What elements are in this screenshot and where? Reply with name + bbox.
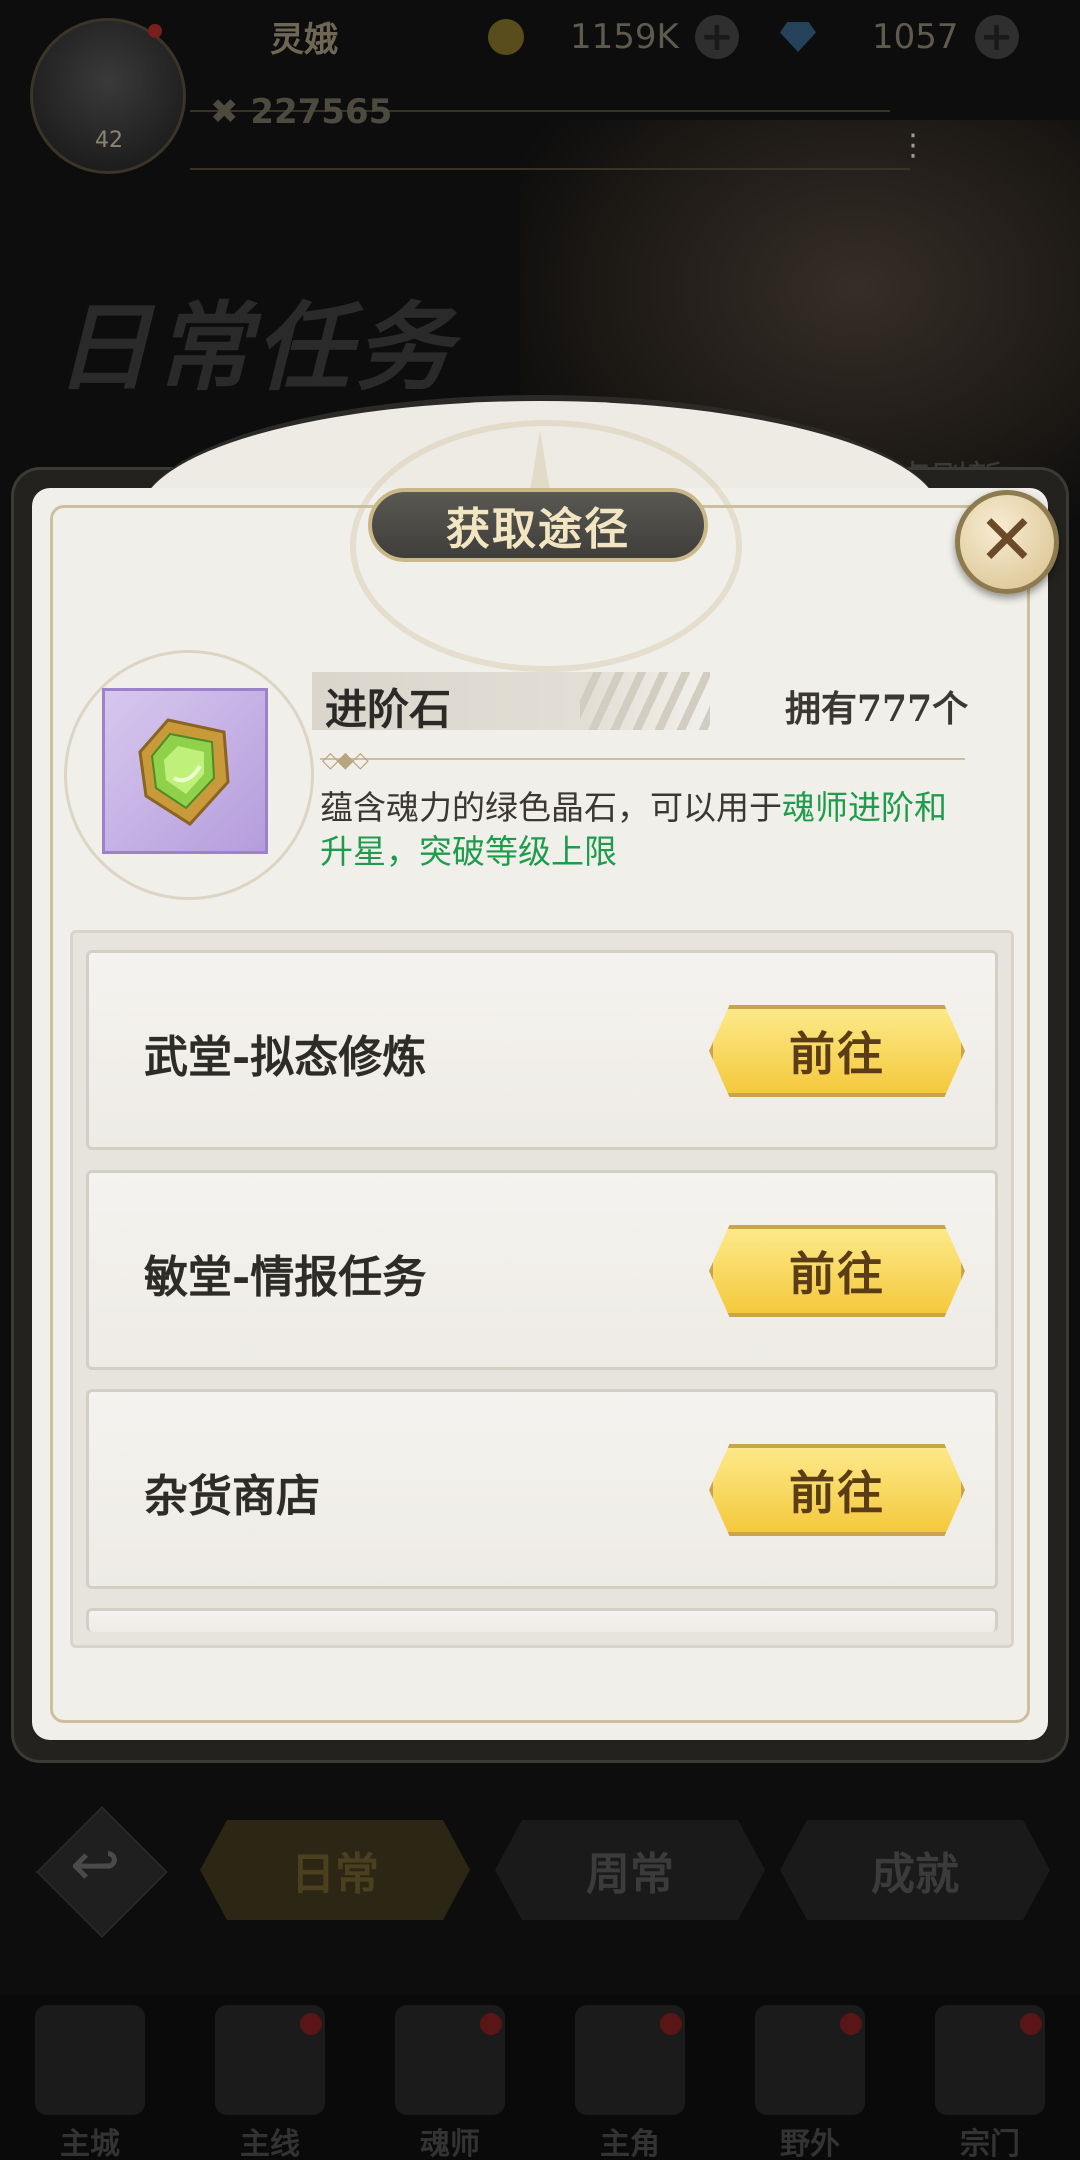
tab-weekly[interactable]: 周常 (495, 1820, 765, 1920)
tab-achievement[interactable]: 成就 (780, 1820, 1050, 1920)
go-button[interactable]: 前往 (709, 1005, 965, 1097)
nav-item-soul-master[interactable]: 魂师 (360, 1995, 540, 2160)
page-title: 日常任务 (55, 291, 455, 404)
castle-icon (35, 2005, 145, 2115)
route-name: 武堂-拟态修炼 (144, 1032, 427, 1083)
item-description: 蕴含魂力的绿色晶石，可以用于魂师进阶和升星，突破等级上限 (320, 788, 947, 871)
list-item: 敏堂-情报任务 前往 (86, 1170, 998, 1370)
top-bar: 42 灵娥 1159K + 1057 + ✖ 227565 ⋮ (0, 0, 1080, 180)
gold-currency: 1159K + (488, 12, 739, 62)
add-diamond-icon[interactable]: + (974, 15, 1019, 59)
modal-title: 获取途径 (446, 504, 630, 555)
notification-dot (480, 2013, 502, 2035)
diamond-amount: 1057 (872, 17, 959, 57)
notification-dot (1020, 2013, 1042, 2035)
modal-title-plate: 获取途径 (368, 488, 708, 562)
nav-item-wild[interactable]: 野外 (720, 1995, 900, 2160)
route-name: 杂货商店 (144, 1471, 320, 1522)
menu-dots-icon[interactable]: ⋮ (898, 128, 928, 163)
item-owned-count: 拥有777个 (785, 688, 969, 730)
close-icon: ✕ (977, 499, 1037, 581)
list-item: 武堂-拟态修炼 前往 (86, 950, 998, 1150)
notification-dot (660, 2013, 682, 2035)
header-divider (190, 168, 910, 170)
power-value: ✖ 227565 (210, 92, 393, 132)
go-button[interactable]: 前往 (709, 1225, 965, 1317)
notification-dot (300, 2013, 322, 2035)
player-level: 42 (95, 128, 123, 153)
nav-item-main-city[interactable]: 主城 (0, 1995, 180, 2160)
item-name-stripes (580, 672, 710, 730)
route-name: 敏堂-情报任务 (144, 1252, 427, 1303)
list-item: 杂货商店 前往 (86, 1389, 998, 1589)
item-name: 进阶石 (325, 685, 452, 734)
close-button[interactable]: ✕ (955, 490, 1059, 594)
bottom-nav: 主城 主线 魂师 主角 野外 宗门 (0, 1995, 1080, 2160)
list-item-partial (86, 1608, 998, 1632)
notification-dot (840, 2013, 862, 2035)
nav-item-main-story[interactable]: 主线 (180, 1995, 360, 2160)
screen: 42 灵娥 1159K + 1057 + ✖ 227565 ⋮ 日常任务 每天5… (0, 0, 1080, 2160)
add-gold-icon[interactable]: + (694, 15, 739, 59)
go-button[interactable]: 前往 (709, 1444, 965, 1536)
gold-amount: 1159K (570, 17, 679, 57)
advancement-stone-icon (138, 718, 230, 826)
tab-bar: ↩ 日常 周常 成就 (0, 1806, 1080, 1938)
notification-dot (148, 24, 162, 38)
tab-daily[interactable]: 日常 (200, 1820, 470, 1920)
player-name: 灵娥 (270, 20, 338, 60)
item-divider (320, 758, 965, 760)
divider-ornament: ◇◆◇ (322, 748, 369, 773)
back-arrow-icon: ↩ (70, 1830, 121, 1900)
nav-item-protagonist[interactable]: 主角 (540, 1995, 720, 2160)
diamond-icon (780, 22, 816, 52)
nav-item-sect[interactable]: 宗门 (900, 1995, 1080, 2160)
diamond-currency: 1057 + (780, 12, 1019, 62)
gold-coin-icon (488, 19, 524, 55)
